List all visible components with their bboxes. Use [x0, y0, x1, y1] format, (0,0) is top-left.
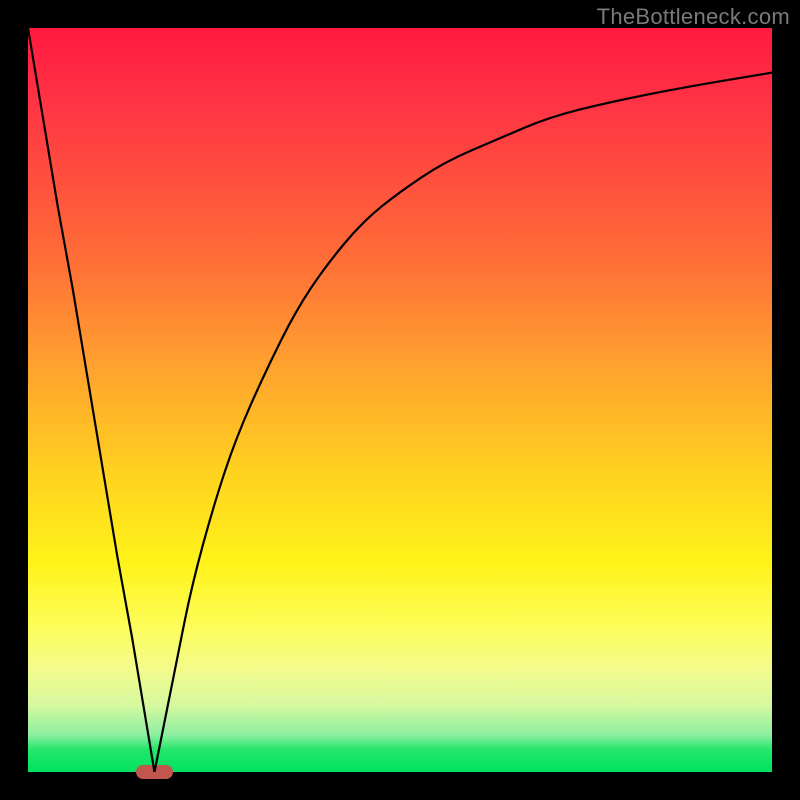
plot-area: [28, 28, 772, 772]
watermark-text: TheBottleneck.com: [597, 4, 790, 30]
chart-frame: TheBottleneck.com: [0, 0, 800, 800]
bottleneck-curve: [28, 28, 772, 772]
